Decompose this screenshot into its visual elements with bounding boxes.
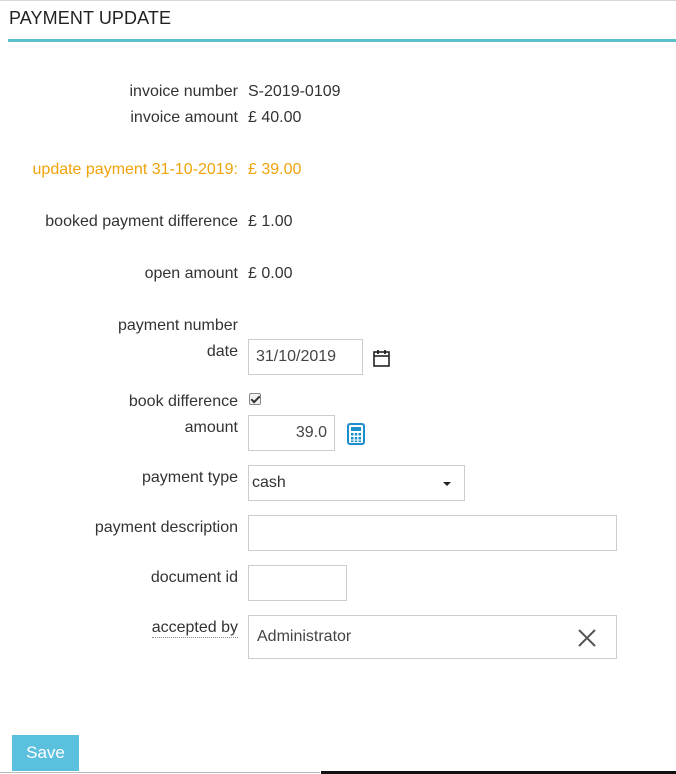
- open-amount-value: £ 0.00: [248, 265, 293, 282]
- booked-difference-label: booked payment difference: [45, 213, 238, 230]
- open-amount-label: open amount: [144, 265, 238, 282]
- title-underline: [8, 39, 676, 42]
- invoice-number-label: invoice number: [129, 83, 239, 100]
- payment-type-label: payment type: [141, 469, 238, 486]
- accepted-by-label: accepted by: [151, 619, 238, 638]
- save-button[interactable]: Save: [12, 735, 79, 771]
- document-id-input[interactable]: [248, 565, 347, 601]
- invoice-amount-value: £ 40.00: [248, 109, 302, 126]
- calendar-icon[interactable]: [373, 349, 390, 367]
- payment-number-label: payment number: [117, 317, 238, 334]
- caret-down-icon: [443, 482, 451, 486]
- book-difference-label: book difference: [128, 393, 238, 410]
- document-id-label: document id: [150, 569, 238, 586]
- payment-description-input[interactable]: [248, 515, 617, 551]
- booked-difference-value: £ 1.00: [248, 213, 293, 230]
- accepted-by-label-text: accepted by: [151, 619, 238, 638]
- bottom-border-left: [0, 772, 320, 773]
- update-payment-value: £ 39.00: [248, 161, 302, 178]
- page-title: PAYMENT UPDATE: [9, 8, 172, 28]
- close-icon[interactable]: [577, 628, 597, 648]
- accepted-by-value: Administrator: [257, 628, 352, 645]
- book-difference-checkbox[interactable]: [249, 393, 261, 405]
- date-input[interactable]: [248, 339, 363, 375]
- accepted-by-field[interactable]: Administrator: [248, 615, 617, 659]
- calculator-icon[interactable]: [347, 423, 365, 445]
- top-border: [0, 0, 676, 1]
- update-payment-label: update payment 31-10-2019:: [32, 161, 238, 178]
- payment-type-value: cash: [252, 474, 286, 491]
- amount-label: amount: [184, 419, 238, 436]
- invoice-number-value: S-2019-0109: [248, 83, 341, 100]
- date-label: date: [206, 343, 238, 360]
- payment-description-label: payment description: [94, 519, 238, 536]
- invoice-amount-label: invoice amount: [130, 109, 238, 126]
- payment-type-select[interactable]: cash: [248, 465, 465, 501]
- amount-input[interactable]: [248, 415, 335, 451]
